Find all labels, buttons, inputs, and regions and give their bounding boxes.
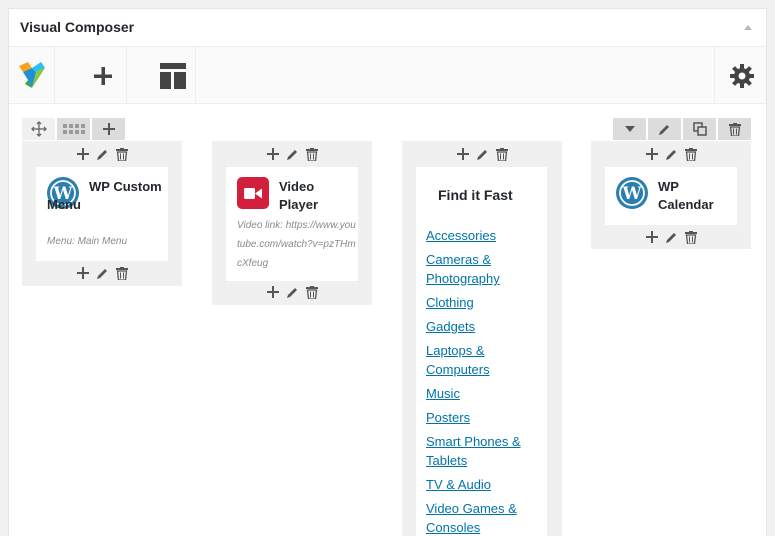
category-link[interactable]: Video Games & Consoles (426, 499, 544, 536)
plus-icon (102, 123, 115, 135)
row-layout-button[interactable] (57, 118, 90, 140)
pencil-icon[interactable] (665, 148, 678, 161)
category-link[interactable]: Accessories (426, 226, 544, 245)
add-icon[interactable] (456, 148, 469, 160)
add-element-button[interactable] (79, 47, 127, 104)
add-icon[interactable] (645, 148, 658, 160)
column-3: Find it Fast Accessories Cameras & Photo… (402, 141, 562, 536)
category-link[interactable]: Clothing (426, 293, 544, 312)
row-move-handle[interactable] (22, 118, 55, 140)
pencil-icon[interactable] (286, 148, 299, 161)
pencil-icon (659, 124, 669, 135)
element-title: Find it Fast (438, 187, 513, 203)
pencil-icon[interactable] (665, 231, 678, 244)
column-1-bottom-controls (22, 266, 182, 280)
row-delete-button[interactable] (718, 118, 751, 140)
category-link[interactable]: TV & Audio (426, 475, 544, 494)
add-icon[interactable] (645, 231, 658, 243)
row-add-column-button[interactable] (92, 118, 125, 140)
trash-icon[interactable] (305, 285, 318, 299)
vc-logo-button[interactable] (9, 47, 55, 104)
trash-icon[interactable] (495, 147, 508, 161)
vc-logo-icon (18, 61, 45, 88)
clone-icon (692, 122, 707, 136)
plus-icon (93, 66, 112, 85)
panel-title: Visual Composer (20, 19, 135, 35)
trash-icon[interactable] (115, 266, 128, 280)
wordpress-icon: W (616, 177, 648, 209)
column-2-bottom-controls (212, 285, 372, 299)
trash-icon[interactable] (115, 147, 128, 161)
trash-icon[interactable] (684, 230, 697, 244)
toolbar (9, 47, 766, 104)
category-link[interactable]: Laptops & Computers (426, 341, 544, 379)
column-4: W WP Calendar (591, 141, 751, 249)
video-player-element[interactable]: Video Player Video link: https://www.you… (226, 167, 358, 281)
category-link[interactable]: Posters (426, 408, 544, 427)
row-toggle-button[interactable] (613, 118, 646, 140)
pencil-icon[interactable] (286, 286, 299, 299)
add-icon[interactable] (266, 286, 279, 298)
element-subtitle: Menu: Main Menu (47, 236, 128, 247)
templates-icon (159, 62, 186, 89)
templates-button[interactable] (150, 47, 196, 104)
svg-text:W: W (621, 184, 642, 204)
trash-icon (728, 122, 741, 136)
column-4-bottom-controls (591, 230, 751, 244)
row-edit-button[interactable] (648, 118, 681, 140)
category-link[interactable]: Music (426, 384, 544, 403)
element-title: WP Calendar (658, 179, 714, 212)
category-link[interactable]: Gadgets (426, 317, 544, 336)
wp-custom-menu-element[interactable]: W WP Custom Menu Menu: Main Menu (36, 167, 168, 261)
element-title: WP Custom Menu (47, 179, 162, 212)
category-links: Accessories Cameras & Photography Clothi… (426, 226, 544, 536)
category-link[interactable]: Cameras & Photography (426, 250, 544, 288)
trash-icon[interactable] (684, 147, 697, 161)
video-camera-icon (237, 177, 269, 209)
wp-calendar-element[interactable]: W WP Calendar (605, 167, 737, 225)
layout-icon (62, 124, 85, 134)
caret-down-icon (624, 126, 635, 132)
column-2: Video Player Video link: https://www.you… (212, 141, 372, 305)
add-icon[interactable] (266, 148, 279, 160)
settings-button[interactable] (714, 47, 768, 104)
column-3-top-controls (402, 147, 562, 161)
find-it-fast-element[interactable]: Find it Fast Accessories Cameras & Photo… (416, 167, 547, 536)
row-actions (613, 118, 751, 140)
move-icon (30, 121, 47, 137)
element-subtitle: Video link: https://www.youtube.com/watc… (237, 220, 356, 269)
row-clone-button[interactable] (683, 118, 716, 140)
column-1-top-controls (22, 147, 182, 161)
add-icon[interactable] (76, 267, 89, 279)
panel-header: Visual Composer (9, 9, 766, 47)
column-2-top-controls (212, 147, 372, 161)
gear-icon (729, 63, 754, 88)
category-link[interactable]: Smart Phones & Tablets (426, 432, 544, 470)
trash-icon[interactable] (305, 147, 318, 161)
collapse-arrow-icon[interactable] (744, 25, 752, 30)
row-controls (22, 118, 127, 140)
element-title: Video Player (279, 179, 319, 212)
pencil-icon[interactable] (476, 148, 489, 161)
pencil-icon[interactable] (96, 148, 109, 161)
add-icon[interactable] (76, 148, 89, 160)
column-1: W WP Custom Menu Menu: Main Menu (22, 141, 182, 286)
column-4-top-controls (591, 147, 751, 161)
pencil-icon[interactable] (96, 267, 109, 280)
